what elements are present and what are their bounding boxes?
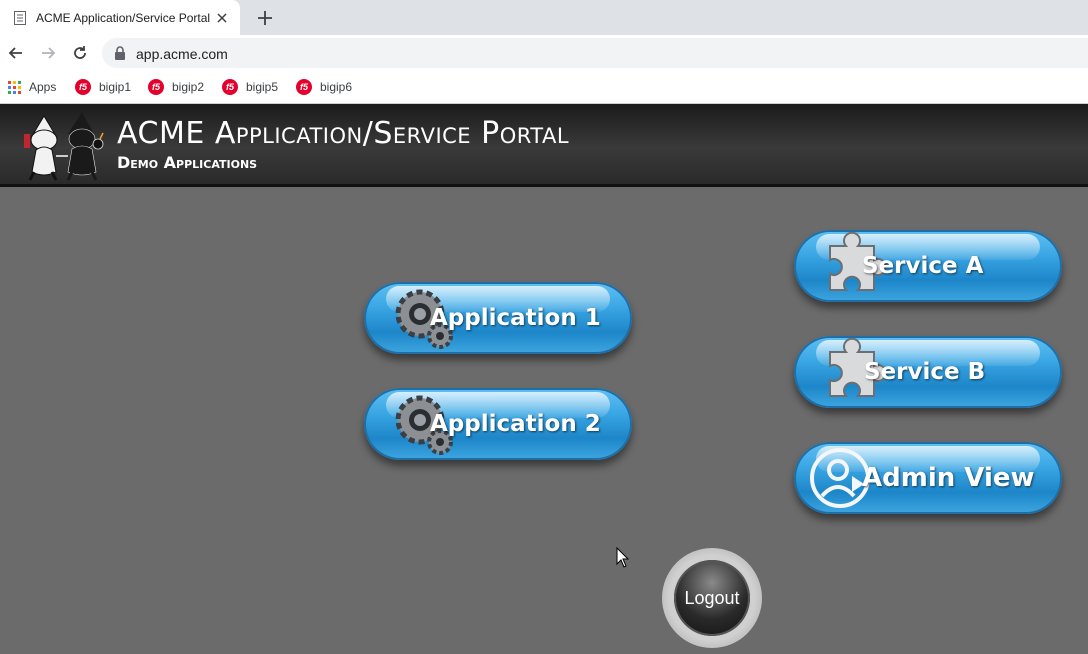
browser-tab[interactable]: ACME Application/Service Portal	[0, 0, 240, 35]
url-text: app.acme.com	[136, 46, 228, 62]
logout-label: Logout	[674, 560, 750, 636]
apps-grid-icon	[8, 80, 21, 94]
application-1-label: Application 1	[430, 305, 601, 331]
application-2-label: Application 2	[430, 411, 601, 437]
mouse-cursor-icon	[616, 547, 630, 568]
page-subtitle: Demo Applications	[117, 153, 258, 172]
spy-logo-icon	[24, 112, 104, 181]
bookmarks-bar: Apps f5 bigip1 f5 bigip2 f5 bigip5 f5 bi…	[0, 71, 1088, 104]
f5-icon: f5	[148, 79, 164, 95]
lock-icon	[115, 46, 125, 60]
new-tab-icon[interactable]	[256, 9, 274, 27]
bookmark-bigip1[interactable]: f5 bigip1	[75, 78, 131, 96]
page-title: ACME Application/Service Portal	[117, 116, 570, 151]
admin-view-label: Admin View	[862, 463, 1035, 493]
f5-icon: f5	[75, 79, 91, 95]
bookmark-bigip5[interactable]: f5 bigip5	[222, 78, 278, 96]
service-a-button[interactable]: Service A	[794, 230, 1062, 302]
tab-strip: ACME Application/Service Portal	[0, 0, 1088, 35]
bookmark-label: bigip5	[246, 80, 279, 94]
reload-icon[interactable]	[70, 43, 90, 63]
bookmark-bigip2[interactable]: f5 bigip2	[148, 78, 204, 96]
bookmark-bigip6[interactable]: f5 bigip6	[296, 78, 352, 96]
logout-button[interactable]: Logout	[662, 548, 762, 648]
service-b-label: Service B	[864, 359, 986, 385]
page-icon	[14, 10, 26, 25]
bookmark-label: bigip1	[99, 80, 132, 94]
application-1-button[interactable]: Application 1	[364, 282, 632, 354]
back-icon[interactable]	[6, 43, 26, 63]
application-2-button[interactable]: Application 2	[364, 388, 632, 460]
bookmark-label: bigip6	[320, 80, 353, 94]
address-bar[interactable]: app.acme.com	[102, 38, 1088, 68]
close-tab-icon[interactable]	[214, 10, 230, 26]
bookmark-label: bigip2	[172, 80, 205, 94]
bookmark-apps[interactable]: Apps	[8, 78, 56, 96]
service-b-button[interactable]: Service B	[794, 336, 1062, 408]
bookmark-label: Apps	[29, 80, 57, 94]
forward-icon[interactable]	[38, 43, 58, 63]
portal-header: ACME Application/Service Portal Demo App…	[0, 104, 1088, 187]
f5-icon: f5	[296, 79, 312, 95]
f5-icon: f5	[222, 79, 238, 95]
admin-view-button[interactable]: Admin View	[794, 442, 1062, 514]
service-a-label: Service A	[862, 253, 984, 279]
tab-title: ACME Application/Service Portal	[36, 10, 211, 25]
